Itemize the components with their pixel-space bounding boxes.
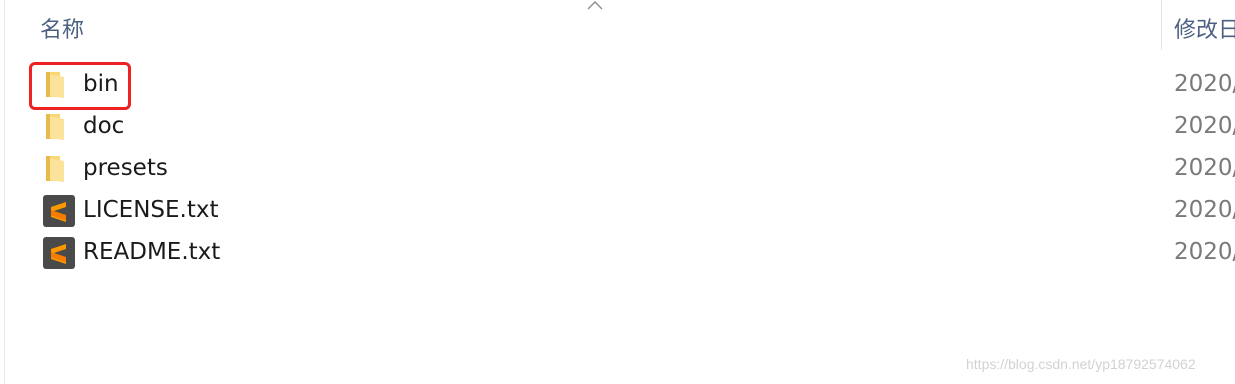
- folder-icon: [46, 156, 64, 182]
- file-date: 2020/: [1174, 71, 1235, 97]
- file-name: presets: [83, 155, 168, 181]
- watermark-url: https://blog.csdn.net/yp18792574062: [966, 356, 1196, 372]
- file-date: 2020/: [1174, 113, 1235, 139]
- file-name: doc: [83, 113, 125, 139]
- file-date: 2020/: [1174, 239, 1235, 265]
- column-header-date-modified[interactable]: 修改日: [1174, 12, 1235, 44]
- sort-ascending-icon[interactable]: [586, 0, 604, 12]
- column-header-name[interactable]: 名称: [40, 12, 84, 44]
- highlight-box: [29, 62, 131, 110]
- file-name: README.txt: [83, 239, 221, 265]
- file-row-bin[interactable]: bin 2020/: [0, 64, 1235, 106]
- sublime-text-file-icon: [43, 237, 75, 269]
- folder-icon: [46, 114, 64, 140]
- file-row-presets[interactable]: presets 2020/: [0, 148, 1235, 190]
- file-date: 2020/: [1174, 197, 1235, 223]
- file-name: LICENSE.txt: [83, 197, 219, 223]
- file-row-license[interactable]: LICENSE.txt 2020/: [0, 190, 1235, 232]
- file-date: 2020/: [1174, 155, 1235, 181]
- file-row-readme[interactable]: README.txt 2020/: [0, 232, 1235, 274]
- sublime-text-file-icon: [43, 195, 75, 227]
- column-divider[interactable]: [1161, 0, 1162, 50]
- file-row-doc[interactable]: doc 2020/: [0, 106, 1235, 148]
